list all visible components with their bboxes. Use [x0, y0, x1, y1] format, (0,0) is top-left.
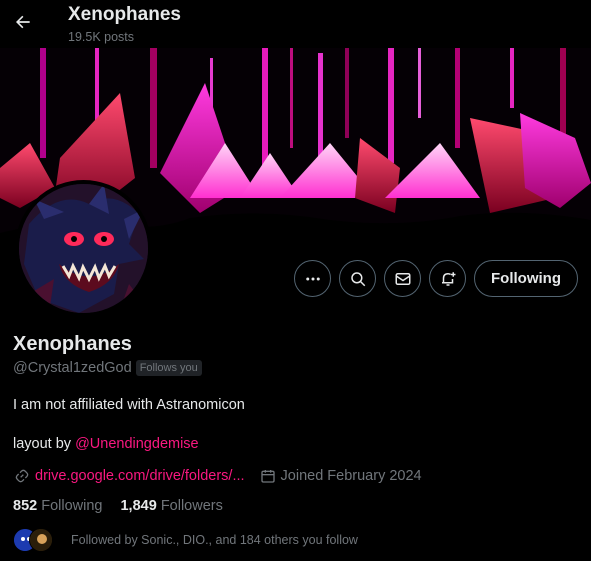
mutual-avatar — [29, 528, 53, 552]
mail-icon — [395, 272, 411, 285]
bio-line-1: I am not affiliated with Astranomicon — [13, 397, 245, 413]
header-title: Xenophanes — [68, 4, 181, 25]
mutual-avatars — [13, 528, 61, 552]
link-icon — [13, 467, 31, 485]
followed-by-row[interactable]: Followed by Sonic., DIO., and 184 others… — [13, 528, 358, 552]
following-count: 852 — [13, 498, 38, 514]
posts-count: 19.5K posts — [68, 30, 135, 44]
search-icon — [350, 271, 365, 286]
bio-mention-link[interactable]: @Unendingdemise — [75, 436, 199, 452]
back-button[interactable] — [8, 7, 38, 37]
bell-plus-icon — [441, 271, 456, 286]
followers-count: 1,849 — [120, 498, 157, 514]
joined-date: Joined February 2024 — [280, 468, 422, 484]
followed-by-text: Followed by Sonic., DIO., and 184 others… — [71, 533, 358, 547]
profile-handle: @Crystal1zedGod — [13, 360, 132, 376]
followers-label: Followers — [160, 498, 223, 514]
following-label: Following — [41, 498, 103, 514]
bio-prefix: layout by — [13, 436, 76, 452]
handle-row: @Crystal1zedGod Follows you — [13, 360, 202, 376]
following-stat[interactable]: 852 Following — [13, 498, 102, 514]
calendar-icon — [259, 467, 277, 485]
search-button[interactable] — [339, 260, 377, 297]
followers-stat[interactable]: 1,849 Followers — [120, 498, 222, 514]
follow-stats: 852 Following 1,849 Followers — [13, 498, 223, 514]
profile-avatar[interactable] — [15, 180, 152, 317]
arrow-left-icon — [16, 15, 30, 29]
message-button[interactable] — [384, 260, 422, 297]
following-button[interactable]: Following — [474, 260, 578, 297]
profile-actions: Following — [294, 260, 578, 297]
more-button[interactable] — [294, 260, 332, 297]
more-icon — [305, 277, 320, 280]
bio-line-2: layout by @Unendingdemise — [13, 436, 199, 452]
top-bar: Xenophanes 19.5K posts — [0, 0, 591, 48]
profile-name: Xenophanes — [13, 333, 132, 355]
notify-button[interactable] — [429, 260, 467, 297]
profile-website-link[interactable]: drive.google.com/drive/folders/... — [35, 468, 245, 484]
profile-meta: drive.google.com/drive/folders/... Joine… — [13, 467, 422, 485]
follows-you-badge: Follows you — [135, 360, 202, 376]
